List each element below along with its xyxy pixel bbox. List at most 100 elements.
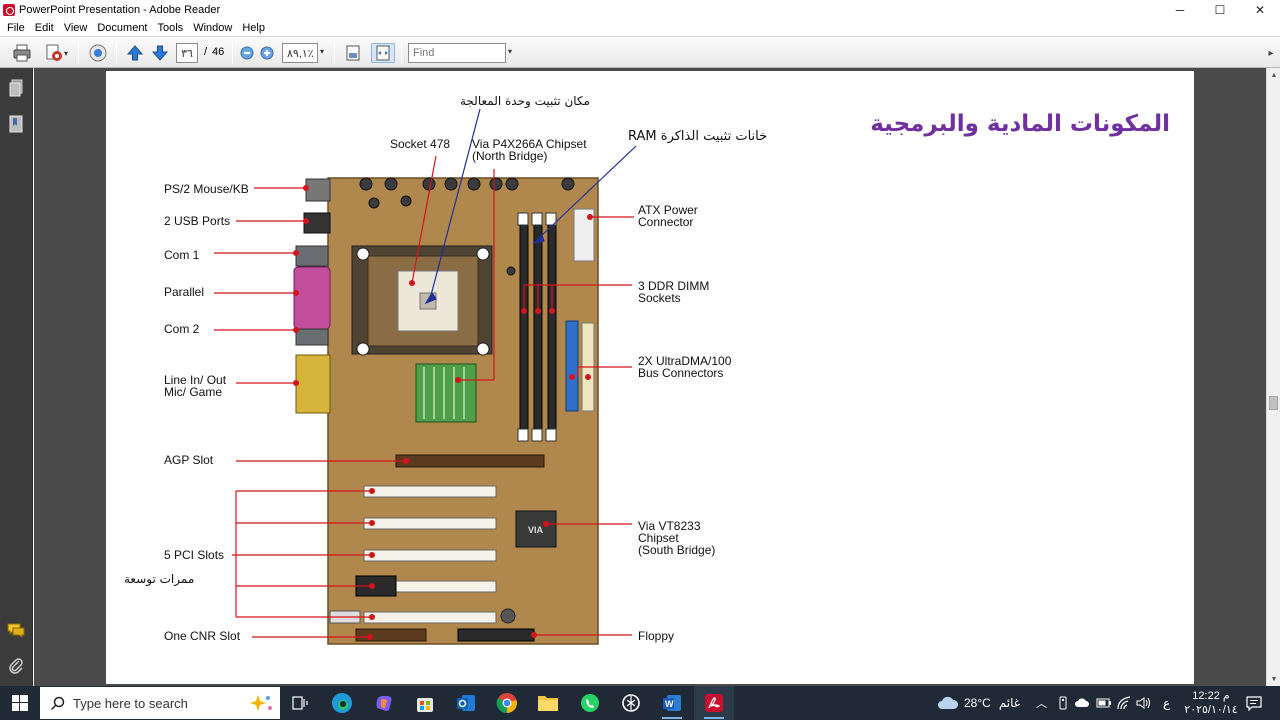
- label-ultradma-2: Bus Connectors: [638, 366, 724, 380]
- label-com2: Com 2: [164, 322, 200, 336]
- page-number-input[interactable]: [176, 43, 198, 63]
- zoom-input[interactable]: [282, 43, 318, 63]
- label-northbridge-2: (North Bridge): [472, 149, 548, 163]
- create-pdf-button[interactable]: ▾: [40, 43, 72, 63]
- menu-file[interactable]: File: [2, 22, 30, 34]
- pages-panel-button[interactable]: [6, 78, 26, 98]
- edge-icon: [332, 693, 352, 713]
- search-placeholder: Type here to search: [73, 695, 188, 711]
- dimm-slot-3: [547, 222, 557, 442]
- attachments-panel-button[interactable]: [6, 656, 26, 676]
- chrome-app[interactable]: [487, 686, 527, 720]
- close-button[interactable]: ✕: [1240, 0, 1280, 19]
- fit-page-icon: [346, 45, 360, 61]
- comments-icon: [7, 623, 25, 638]
- menu-view[interactable]: View: [59, 22, 93, 34]
- label-cnr: One CNR Slot: [164, 629, 241, 643]
- navigation-panel: [0, 68, 33, 686]
- dimm-slot-1: [519, 222, 529, 442]
- clock-date: ٢٠٢٥/١٠/١٤: [1184, 704, 1238, 716]
- show-hidden-icons-button[interactable]: ︿: [1036, 686, 1047, 720]
- battery-button[interactable]: [1096, 686, 1112, 720]
- label-floppy: Floppy: [638, 629, 675, 643]
- copilot-app[interactable]: [364, 686, 404, 720]
- adobe-acrobat-icon: [705, 694, 723, 712]
- store-app[interactable]: [405, 686, 445, 720]
- folder-icon: [538, 696, 558, 711]
- bookmarks-panel-button[interactable]: [6, 114, 26, 134]
- chatgpt-app[interactable]: [611, 686, 651, 720]
- weather-widget[interactable]: 28°C غائم: [936, 686, 1020, 720]
- task-view-button[interactable]: [280, 686, 320, 720]
- onedrive-cloud-icon: [1075, 698, 1089, 707]
- scroll-down-arrow-icon[interactable]: ▼: [1267, 672, 1280, 686]
- notification-icon: [1246, 696, 1262, 711]
- minimize-button[interactable]: ─: [1160, 0, 1200, 19]
- adobe-reader-app[interactable]: [694, 686, 734, 720]
- ps2-port: [305, 178, 331, 202]
- parallel-port: [293, 266, 331, 330]
- word-icon: W: [663, 695, 681, 711]
- paperclip-icon: [9, 658, 23, 674]
- menu-edit[interactable]: Edit: [30, 22, 59, 34]
- collaborate-icon: [89, 44, 107, 62]
- maximize-button[interactable]: ☐: [1200, 0, 1240, 19]
- label-agp: AGP Slot: [164, 453, 214, 467]
- zoom-in-button[interactable]: [258, 43, 276, 63]
- find-dropdown-icon[interactable]: ▾: [508, 47, 512, 56]
- menu-help[interactable]: Help: [237, 22, 270, 34]
- windows-logo-icon: [12, 695, 28, 711]
- fit-width-button[interactable]: [371, 43, 395, 63]
- document-viewport[interactable]: المكونات المادية والبرمجية VIA PS/2 Mous…: [34, 68, 1266, 686]
- word-app[interactable]: W: [652, 686, 692, 720]
- network-button[interactable]: [1116, 686, 1132, 720]
- zoom-out-icon: [240, 46, 254, 60]
- find-input[interactable]: [408, 43, 506, 63]
- edge-app[interactable]: [322, 686, 362, 720]
- arrow-down-icon: [151, 45, 169, 61]
- label-usb: 2 USB Ports: [164, 214, 231, 228]
- taskbar-search-box[interactable]: Type here to search: [40, 687, 280, 719]
- pages-icon: [9, 79, 23, 97]
- bookmarks-icon: [9, 115, 23, 133]
- menu-tools[interactable]: Tools: [153, 22, 189, 34]
- zoom-out-button[interactable]: [238, 43, 256, 63]
- window-title: PowerPoint Presentation - Adobe Reader: [19, 3, 221, 16]
- print-button[interactable]: [10, 43, 34, 63]
- fit-page-button[interactable]: [342, 43, 364, 63]
- outlook-app[interactable]: [446, 686, 486, 720]
- label-pci-arabic: ممرات توسعة: [124, 572, 195, 586]
- chatgpt-icon: [622, 694, 640, 712]
- copilot-icon: [376, 696, 392, 711]
- cmos-battery: [500, 608, 516, 624]
- com1-port: [295, 245, 329, 267]
- menu-window[interactable]: Window: [188, 22, 237, 34]
- toolbar-expand-button[interactable]: ▸: [1264, 43, 1278, 63]
- comments-panel-button[interactable]: [6, 620, 26, 640]
- menu-document[interactable]: Document: [92, 22, 152, 34]
- whatsapp-app[interactable]: [570, 686, 610, 720]
- clock-time: 12:22 م: [1192, 690, 1230, 702]
- vertical-scrollbar[interactable]: ▲ ▼: [1266, 68, 1280, 686]
- title-bar: PowerPoint Presentation - Adobe Reader ─…: [0, 0, 1280, 19]
- share-button[interactable]: [86, 43, 110, 63]
- volume-button[interactable]: [1136, 686, 1152, 720]
- onedrive-button[interactable]: [1074, 686, 1090, 720]
- scroll-up-arrow-icon[interactable]: ▲: [1267, 68, 1280, 82]
- previous-page-button[interactable]: [124, 43, 146, 63]
- pdf-page: المكونات المادية والبرمجية VIA PS/2 Mous…: [106, 71, 1194, 684]
- clock[interactable]: 12:22 م ٢٠٢٥/١٠/١٤: [1182, 686, 1240, 720]
- next-page-button[interactable]: [149, 43, 171, 63]
- scrollbar-thumb[interactable]: [1269, 396, 1278, 410]
- label-pci: 5 PCI Slots: [164, 548, 225, 562]
- file-explorer-app[interactable]: [528, 686, 568, 720]
- start-button[interactable]: [0, 686, 40, 720]
- whatsapp-icon: [581, 694, 599, 712]
- zoom-dropdown-icon[interactable]: ▾: [320, 47, 324, 56]
- notifications-button[interactable]: [1246, 686, 1262, 720]
- tray-device-icon[interactable]: [1056, 686, 1070, 720]
- audio-game-port: [295, 354, 331, 414]
- pci-slot-5: [363, 611, 497, 624]
- input-language[interactable]: ع: [1163, 686, 1170, 720]
- svg-text:VIA: VIA: [528, 525, 544, 535]
